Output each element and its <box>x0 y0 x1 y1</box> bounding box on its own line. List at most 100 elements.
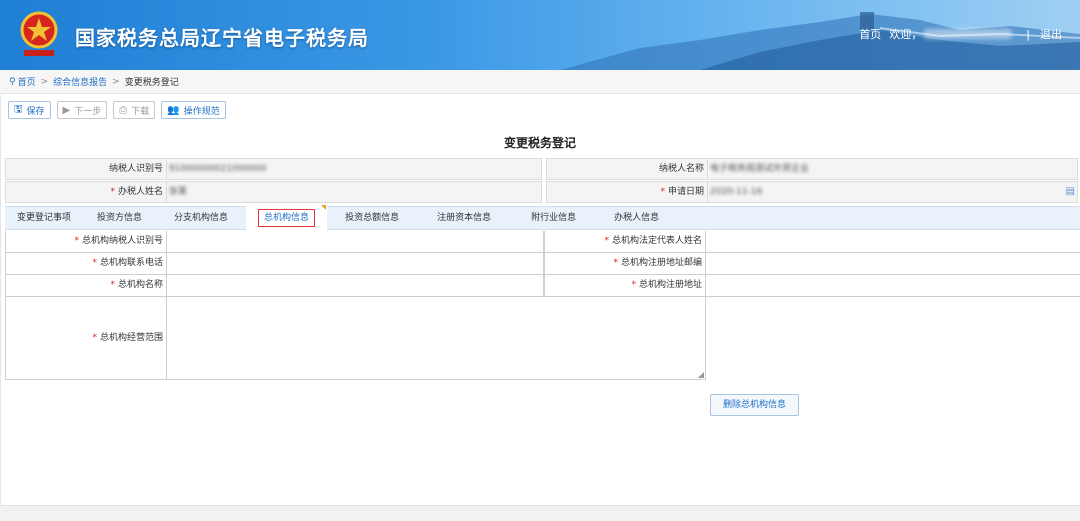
download-label: 下载 <box>131 106 150 117</box>
info-row: 纳税人识别号 91000000021000000 纳税人名称 电子税务局测试外贸… <box>5 158 1080 181</box>
taxpayer-name-value: 电子税务局测试外贸企业 <box>710 164 810 174</box>
handler-field[interactable]: 张某 <box>167 181 542 203</box>
hq-id-label-text: 总机构纳税人识别号 <box>81 236 163 246</box>
next-step-button[interactable]: ▶ 下一步 <box>56 101 108 119</box>
delete-hq-button[interactable]: 删除总机构信息 <box>710 394 800 416</box>
hq-legal-rep-label: * 总机构法定代表人姓名 <box>544 231 706 253</box>
hq-phone-label: * 总机构联系电话 <box>5 253 167 275</box>
breadcrumb-current: 变更税务登记 <box>124 78 179 88</box>
handler-value: 张某 <box>169 187 188 197</box>
guide-label: 操作规范 <box>183 106 220 117</box>
national-emblem-icon <box>20 11 58 56</box>
tab-total-investment-info[interactable]: 投资总额信息 <box>327 207 417 229</box>
tab-label: 投资总额信息 <box>345 213 400 223</box>
resize-handle-icon[interactable]: ◢ <box>698 370 704 379</box>
tab-change-items[interactable]: 变更登记事项 <box>5 207 83 229</box>
hq-postcode-input[interactable] <box>706 253 1080 275</box>
required-mark: * <box>74 236 79 246</box>
handler-label: * 办税人姓名 <box>5 181 167 203</box>
basic-info-table: 纳税人识别号 91000000021000000 纳税人名称 电子税务局测试外贸… <box>5 158 1080 204</box>
tab-investor-info[interactable]: 投资方信息 <box>83 207 156 229</box>
hq-row: * 总机构名称 * 总机构注册地址 <box>5 275 1080 297</box>
apply-date-label: * 申请日期 <box>546 181 708 203</box>
tab-label: 变更登记事项 <box>17 213 72 223</box>
tab-branch-info[interactable]: 分支机构信息 <box>156 207 246 229</box>
taxpayer-id-value: 91000000021000000 <box>169 164 267 174</box>
hq-address-label-text: 总机构注册地址 <box>638 280 702 290</box>
hq-scope-textarea[interactable]: ◢ <box>167 297 706 380</box>
form-title: 变更税务登记 <box>503 136 576 150</box>
logout-link[interactable]: 退出 <box>1040 26 1062 42</box>
location-pin-icon: ⚲ <box>9 76 16 87</box>
download-button[interactable]: ⎙ 下载 <box>113 101 156 119</box>
tab-registered-capital-info[interactable]: 注册资本信息 <box>417 207 511 229</box>
hq-legal-rep-input[interactable] <box>706 231 1080 253</box>
site-title: 国家税务总局辽宁省电子税务局 <box>75 26 369 50</box>
hq-address-input[interactable] <box>706 275 1080 297</box>
toolbar: 🖫 保存 ▶ 下一步 ⎙ 下载 👥 操作规范 <box>8 101 226 119</box>
hq-row: * 总机构联系电话 * 总机构注册地址邮编 <box>5 253 1080 275</box>
save-button[interactable]: 🖫 保存 <box>8 101 51 119</box>
hq-name-input[interactable] <box>167 275 544 297</box>
tab-label: 附行业信息 <box>531 213 577 223</box>
tab-handler-info[interactable]: 办税人信息 <box>596 207 677 229</box>
top-user-nav: 首页 欢迎， | 退出 <box>859 26 1062 42</box>
taxpayer-id-label: 纳税人识别号 <box>5 158 167 180</box>
tab-bar: 变更登记事项 投资方信息 分支机构信息 总机构信息 投资总额信息 注册资本信息 … <box>5 204 1080 230</box>
calendar-icon[interactable]: ▤ <box>1066 182 1075 202</box>
required-mark: * <box>92 333 97 343</box>
breadcrumb-sep: > <box>40 76 49 87</box>
hq-address-label: * 总机构注册地址 <box>544 275 706 297</box>
hq-phone-input[interactable] <box>167 253 544 275</box>
hq-id-label: * 总机构纳税人识别号 <box>5 231 167 253</box>
tab-label: 投资方信息 <box>97 213 143 223</box>
tab-flag-icon <box>321 204 327 210</box>
required-mark: * <box>613 258 618 268</box>
guide-button[interactable]: 👥 操作规范 <box>161 101 226 119</box>
page-left-border <box>0 95 1 505</box>
required-mark: * <box>660 187 665 197</box>
breadcrumb-sep: > <box>112 76 120 87</box>
apply-date-field[interactable]: 2020-11-16 ▤ <box>708 181 1078 203</box>
tab-label: 注册资本信息 <box>437 213 492 223</box>
breadcrumb-parent[interactable]: 综合信息报告 <box>53 75 107 88</box>
handler-label-text: 办税人姓名 <box>117 187 163 197</box>
required-mark: * <box>110 280 115 290</box>
hq-row: * 总机构纳税人识别号 * 总机构法定代表人姓名 <box>5 231 1080 253</box>
apply-date-label-text: 申请日期 <box>667 187 704 197</box>
hq-name-label: * 总机构名称 <box>5 275 167 297</box>
hq-scope-label: * 总机构经营范围 <box>5 297 167 380</box>
hq-phone-label-text: 总机构联系电话 <box>99 258 163 268</box>
site-header: 国家税务总局辽宁省电子税务局 首页 欢迎， | 退出 <box>0 0 1080 70</box>
hq-postcode-label-text: 总机构注册地址邮编 <box>620 258 702 268</box>
required-mark: * <box>92 258 97 268</box>
required-mark: * <box>604 236 609 246</box>
user-name-blurred <box>924 29 1013 39</box>
footer-bar <box>0 505 1080 521</box>
apply-date-value: 2020-11-16 <box>710 187 763 197</box>
nav-separator: | <box>1026 27 1030 41</box>
taxpayer-name-label: 纳税人名称 <box>546 158 708 180</box>
taxpayer-id-field: 91000000021000000 <box>167 158 542 180</box>
hq-postcode-label: * 总机构注册地址邮编 <box>544 253 706 275</box>
tab-industry-info[interactable]: 附行业信息 <box>511 207 596 229</box>
home-link[interactable]: 首页 <box>859 26 881 42</box>
download-icon: ⎙ <box>119 104 128 116</box>
required-mark: * <box>110 187 115 197</box>
tab-headquarters-info[interactable]: 总机构信息 <box>246 204 328 230</box>
save-icon: 🖫 <box>14 103 23 115</box>
breadcrumb: ⚲ 首页 > 综合信息报告 > 变更税务登记 <box>0 70 1080 94</box>
hq-info-table: * 总机构纳税人识别号 * 总机构法定代表人姓名 * 总机构联系电话 * 总机构注册地址… <box>5 231 1080 416</box>
taxpayer-name-field: 电子税务局测试外贸企业 <box>708 158 1078 180</box>
hq-id-input[interactable] <box>167 231 544 253</box>
info-row: * 办税人姓名 张某 * 申请日期 2020-11-16 ▤ <box>5 181 1080 204</box>
tab-label: 办税人信息 <box>614 213 660 223</box>
hq-scope-label-text: 总机构经营范围 <box>99 333 163 343</box>
play-icon: ▶ <box>62 104 71 116</box>
welcome-text: 欢迎， <box>889 28 923 41</box>
hq-legal-rep-label-text: 总机构法定代表人姓名 <box>611 236 702 246</box>
tab-label: 分支机构信息 <box>174 213 229 223</box>
save-label: 保存 <box>26 106 45 117</box>
users-icon: 👥 <box>167 104 180 116</box>
breadcrumb-home[interactable]: 首页 <box>18 75 36 88</box>
